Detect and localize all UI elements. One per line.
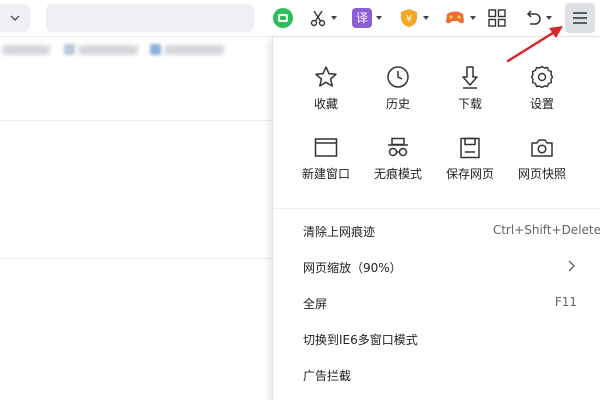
menu-item-label: 清除上网痕迹 — [303, 225, 376, 239]
menu-new-window[interactable]: 新建窗口 — [286, 137, 366, 197]
menu-item-label: 下载 — [457, 97, 482, 111]
shield-icon: ¥ — [401, 9, 417, 27]
menu-divider — [273, 208, 600, 209]
menu-save-page[interactable]: 保存网页 — [430, 137, 510, 197]
undo-button[interactable] — [524, 6, 552, 30]
bookmark-favicon-icon — [150, 44, 161, 55]
chevron-down-icon — [10, 15, 20, 22]
star-icon — [315, 66, 337, 87]
translate-icon: 译 — [352, 8, 372, 28]
bookmark-item[interactable] — [78, 45, 138, 55]
safe-pay-button[interactable]: ¥ — [399, 6, 429, 30]
menu-item-label: 网页快照 — [517, 167, 566, 181]
menu-item-label: 全屏 — [303, 297, 328, 311]
caret-down-icon — [423, 16, 429, 20]
bookmark-bar — [0, 37, 272, 63]
apps-button[interactable] — [488, 6, 506, 30]
caret-down-icon — [331, 16, 337, 20]
gear-icon — [530, 65, 554, 89]
caret-down-icon — [546, 16, 552, 20]
divider — [0, 120, 272, 121]
menu-item-label: 网页缩放（90%） — [303, 261, 402, 275]
camera-icon — [531, 139, 553, 157]
menu-ie6-mode[interactable]: 切换到IE6多窗口模式 — [273, 321, 600, 355]
menu-incognito[interactable]: 无痕模式 — [358, 137, 438, 197]
game-icon — [446, 11, 464, 24]
window-icon — [314, 138, 338, 157]
menu-item-label: 切换到IE6多窗口模式 — [303, 333, 418, 347]
divider — [0, 258, 272, 259]
search-input[interactable] — [46, 4, 254, 32]
download-icon — [462, 66, 478, 89]
main-menu-panel: 收藏 历史 下载 设置 新建窗口 无痕模式 保存网页 网页快照 清除上网痕迹 C… — [272, 37, 600, 400]
wechat-button[interactable] — [272, 6, 294, 30]
undo-icon — [526, 10, 541, 25]
menu-item-label: 保存网页 — [445, 167, 494, 181]
menu-settings[interactable]: 设置 — [502, 65, 582, 125]
grid-icon — [488, 9, 506, 27]
bookmark-item[interactable] — [164, 45, 224, 55]
screenshot-button[interactable] — [309, 6, 337, 30]
menu-item-label: 无痕模式 — [373, 167, 422, 181]
menu-zoom[interactable]: 网页缩放（90%） — [273, 249, 600, 283]
svg-text:¥: ¥ — [406, 14, 412, 25]
scissors-icon — [310, 10, 326, 27]
translate-button[interactable]: 译 — [352, 6, 382, 30]
menu-item-label: 设置 — [529, 97, 554, 111]
save-icon — [460, 137, 480, 159]
caret-down-icon — [470, 16, 476, 20]
bookmark-item[interactable] — [2, 45, 50, 55]
main-menu-button[interactable] — [565, 3, 595, 33]
menu-ad-block[interactable]: 广告拦截 — [273, 357, 600, 391]
wechat-icon — [273, 8, 293, 28]
menu-item-label: 新建窗口 — [301, 167, 350, 181]
shortcut-label: Ctrl+Shift+Delete — [492, 223, 600, 237]
menu-item-label: 历史 — [385, 97, 410, 111]
menu-clear-history[interactable]: 清除上网痕迹 Ctrl+Shift+Delete — [273, 213, 600, 247]
menu-snapshot[interactable]: 网页快照 — [502, 137, 582, 197]
menu-fullscreen[interactable]: 全屏 F11 — [273, 285, 600, 319]
toolbar: 译 ¥ — [0, 0, 600, 37]
clock-icon — [387, 66, 409, 88]
bookmark-favicon-icon — [64, 44, 75, 55]
menu-item-label: 广告拦截 — [303, 369, 352, 383]
caret-down-icon — [376, 16, 382, 20]
menu-item-label: 收藏 — [313, 97, 338, 111]
menu-icon — [573, 12, 587, 24]
chevron-down-button[interactable] — [0, 4, 30, 32]
game-button[interactable] — [444, 6, 476, 30]
menu-favorites[interactable]: 收藏 — [286, 65, 366, 125]
shortcut-label: F11 — [554, 295, 577, 309]
chevron-right-icon — [568, 260, 575, 272]
menu-history[interactable]: 历史 — [358, 65, 438, 125]
menu-downloads[interactable]: 下载 — [430, 65, 510, 125]
incognito-icon — [388, 137, 408, 157]
